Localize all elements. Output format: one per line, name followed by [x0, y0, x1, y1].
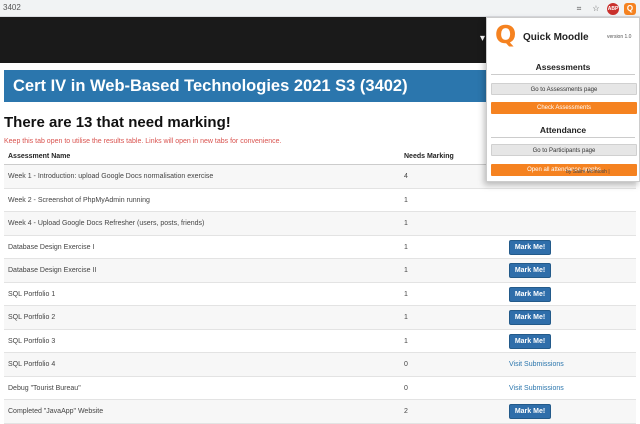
popup-version: version 1.0	[607, 34, 632, 40]
mark-me-button[interactable]: Mark Me!	[509, 286, 551, 302]
table-body: Week 1 - Introduction: upload Google Doc…	[4, 165, 636, 424]
mark-me-button[interactable]: Mark Me!	[509, 310, 551, 325]
goto-assessments-button[interactable]: Go to Assessments page	[491, 83, 637, 95]
assessment-name: Week 2 - Screenshot of PhpMyAdmin runnin…	[8, 196, 150, 204]
table-row: Database Design Exercise I 1 Mark Me!	[4, 236, 636, 259]
assessment-name: Database Design Exercise II	[8, 267, 97, 274]
bookmark-star-icon[interactable]: ☆	[590, 3, 602, 15]
column-needs-marking: Needs Marking	[404, 153, 454, 160]
table-row: Completed "JavaApp" Website 2 Mark Me!	[4, 400, 636, 424]
needs-marking-count: 1	[404, 243, 408, 251]
visit-submissions-link[interactable]: Visit Submissions	[509, 377, 564, 400]
assessment-name: SQL Portfolio 2	[8, 314, 56, 321]
attendance-section-label: Attendance	[539, 125, 587, 135]
assessment-name: Debug "Tourist Bureau"	[8, 384, 81, 392]
needs-marking-count: 4	[404, 173, 408, 180]
extension-icons: ⌗ ☆ ABP Q	[573, 2, 636, 15]
table-row: SQL Portfolio 4 0 Visit Submissions	[4, 353, 636, 377]
needs-marking-count: 1	[404, 337, 408, 345]
divider	[491, 74, 635, 75]
course-banner: Cert IV in Web-Based Technologies 2021 S…	[4, 70, 490, 102]
needs-marking-count: 2	[404, 408, 408, 415]
assessment-name: SQL Portfolio 1	[8, 290, 56, 298]
column-assessment-name: Assessment Name	[8, 153, 71, 160]
table-row: Database Design Exercise II 1 Mark Me!	[4, 259, 636, 283]
mark-me-button[interactable]: Mark Me!	[509, 239, 551, 255]
needs-marking-count: 0	[404, 384, 408, 392]
needs-marking-count: 1	[404, 267, 408, 274]
assessment-name: Week 4 - Upload Google Docs Refresher (u…	[8, 220, 205, 227]
assessment-name: SQL Portfolio 4	[8, 361, 56, 368]
marking-heading: There are 13 that need marking!	[4, 114, 231, 131]
needs-marking-count: 1	[404, 220, 408, 227]
needs-marking-count: 1	[404, 196, 408, 204]
assessment-name: SQL Portfolio 3	[8, 337, 56, 345]
divider	[491, 137, 635, 138]
quick-moodle-popup: Q Quick Moodle version 1.0 Assessments G…	[486, 17, 640, 182]
visit-submissions-link[interactable]: Visit Submissions	[509, 353, 564, 376]
assessments-section-label: Assessments	[535, 62, 591, 72]
feedback-link[interactable]: Feedback	[611, 169, 633, 175]
course-title: Cert IV in Web-Based Technologies 2021 S…	[13, 77, 408, 95]
mark-me-button[interactable]: Mark Me!	[509, 404, 551, 419]
assessment-table: Assessment Name Needs Marking Week 1 - I…	[4, 147, 636, 424]
check-assessments-button[interactable]: Check Assessments	[491, 102, 637, 114]
mark-me-button[interactable]: Mark Me!	[509, 333, 551, 349]
quick-moodle-logo-icon: Q	[495, 20, 517, 49]
footer-author: by Salim McIntosh |	[566, 169, 610, 175]
table-row: Week 2 - Screenshot of PhpMyAdmin runnin…	[4, 189, 636, 212]
results-note: Keep this tab open to utilise the result…	[4, 138, 282, 145]
screen-icon[interactable]: ⌗	[573, 3, 585, 15]
needs-marking-count: 0	[404, 361, 408, 368]
table-row: Week 4 - Upload Google Docs Refresher (u…	[4, 212, 636, 236]
quick-moodle-extension-icon[interactable]: Q	[624, 2, 636, 15]
table-row: SQL Portfolio 2 1 Mark Me!	[4, 306, 636, 330]
assessment-name: Database Design Exercise I	[8, 243, 95, 251]
chevron-down-icon[interactable]: ▾	[480, 33, 485, 44]
table-row: Debug "Tourist Bureau" 0 Visit Submissions	[4, 377, 636, 400]
assessment-name: Completed "JavaApp" Website	[8, 408, 104, 415]
browser-toolbar: 3402 ⌗ ☆ ABP Q	[0, 0, 640, 17]
popup-title: Quick Moodle	[523, 32, 589, 43]
address-bar[interactable]: 3402	[3, 3, 21, 12]
needs-marking-count: 1	[404, 290, 408, 298]
table-row: SQL Portfolio 1 1 Mark Me!	[4, 283, 636, 306]
mark-me-button[interactable]: Mark Me!	[509, 263, 551, 278]
goto-participants-button[interactable]: Go to Participants page	[491, 144, 637, 156]
popup-footer: by Salim McIntosh | Feedback	[566, 169, 633, 175]
adblock-icon[interactable]: ABP	[607, 2, 619, 15]
needs-marking-count: 1	[404, 314, 408, 321]
table-row: SQL Portfolio 3 1 Mark Me!	[4, 330, 636, 353]
assessment-name: Week 1 - Introduction: upload Google Doc…	[8, 173, 214, 180]
